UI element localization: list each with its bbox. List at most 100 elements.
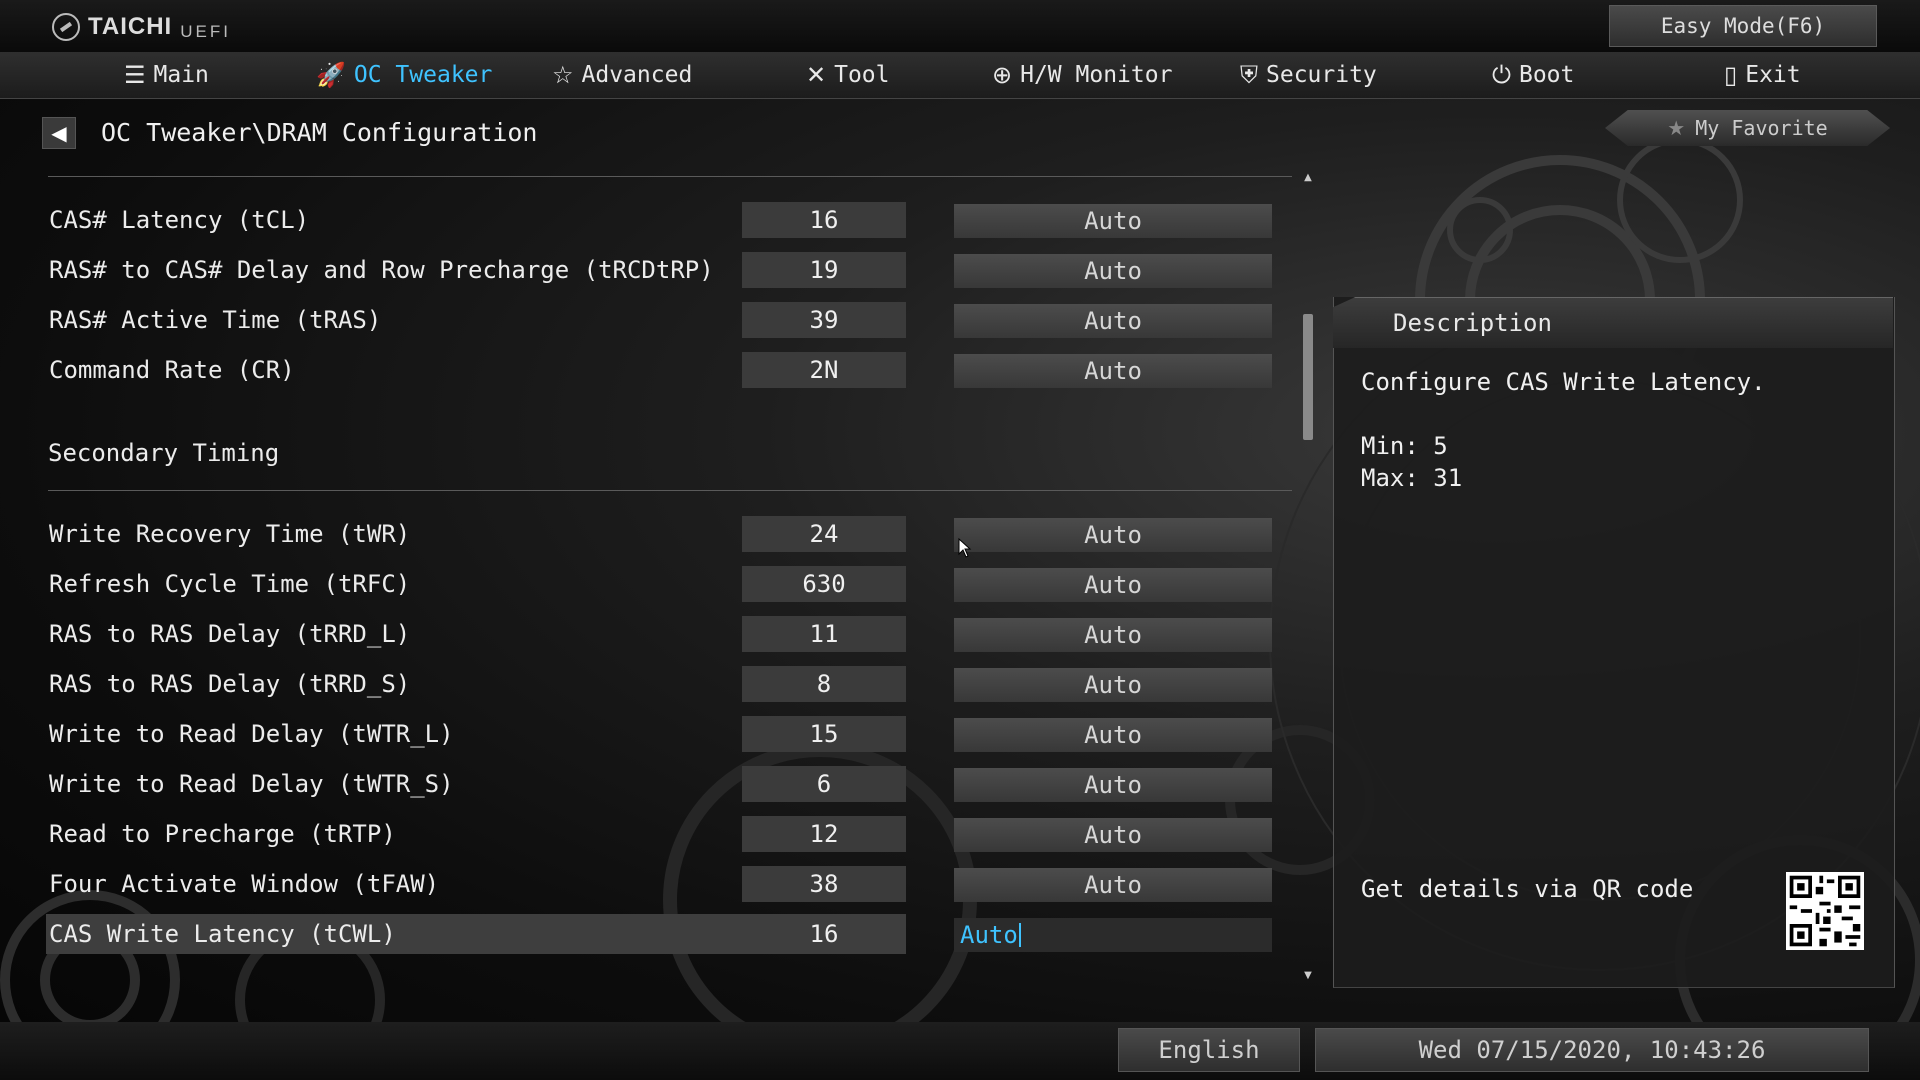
setting-label: Write Recovery Time (tWR) bbox=[49, 520, 411, 548]
setting-option[interactable]: Auto bbox=[954, 668, 1272, 702]
brand-name: TAICHI bbox=[88, 13, 173, 40]
star-icon: ☆ bbox=[552, 61, 574, 89]
setting-label: Four Activate Window (tFAW) bbox=[49, 870, 440, 898]
setting-row-trrd-s[interactable]: RAS to RAS Delay (tRRD_S) 8 Auto bbox=[46, 664, 1272, 704]
setting-label: Write to Read Delay (tWTR_S) bbox=[49, 770, 454, 798]
setting-value: 16 bbox=[742, 202, 906, 238]
tab-oc-tweaker[interactable]: 🚀 OC Tweaker bbox=[316, 52, 492, 98]
setting-value: 630 bbox=[742, 566, 906, 602]
setting-row-trrd-l[interactable]: RAS to RAS Delay (tRRD_L) 11 Auto bbox=[46, 614, 1272, 654]
setting-value: 2N bbox=[742, 352, 906, 388]
language-button[interactable]: English bbox=[1118, 1028, 1300, 1072]
setting-row-tras[interactable]: RAS# Active Time (tRAS) 39 Auto bbox=[46, 300, 1272, 340]
setting-option[interactable]: Auto bbox=[954, 718, 1272, 752]
tab-boot[interactable]: ⏻ Boot bbox=[1492, 52, 1574, 98]
exit-door-icon: ▯ bbox=[1724, 61, 1738, 89]
tab-hw-monitor[interactable]: ⊕ H/W Monitor bbox=[992, 52, 1172, 98]
setting-value: 39 bbox=[742, 302, 906, 338]
tab-main[interactable]: ☰ Main bbox=[124, 52, 209, 98]
setting-label: Command Rate (CR) bbox=[49, 356, 295, 384]
setting-label: RAS# to CAS# Delay and Row Precharge (tR… bbox=[49, 256, 714, 284]
section-title: Secondary Timing bbox=[48, 439, 280, 467]
my-favorite-label: My Favorite bbox=[1695, 116, 1828, 140]
divider bbox=[48, 490, 1292, 491]
breadcrumb: OC Tweaker\DRAM Configuration bbox=[101, 118, 538, 147]
setting-option[interactable]: Auto bbox=[954, 818, 1272, 852]
setting-label: RAS to RAS Delay (tRRD_L) bbox=[49, 620, 411, 648]
shield-icon: ⛨ bbox=[1240, 61, 1258, 89]
tab-label: OC Tweaker bbox=[353, 62, 493, 88]
star-icon: ★ bbox=[1667, 116, 1686, 140]
scroll-up-arrow-icon[interactable]: ▲ bbox=[1302, 172, 1314, 184]
setting-value: 15 bbox=[742, 716, 906, 752]
setting-label: RAS# Active Time (tRAS) bbox=[49, 306, 382, 334]
list-icon: ☰ bbox=[124, 61, 146, 89]
setting-value: 19 bbox=[742, 252, 906, 288]
setting-label: Write to Read Delay (tWTR_L) bbox=[49, 720, 454, 748]
setting-row-trcdtrp[interactable]: RAS# to CAS# Delay and Row Precharge (tR… bbox=[46, 250, 1272, 290]
setting-label: CAS Write Latency (tCWL) bbox=[49, 920, 396, 948]
setting-value: 12 bbox=[742, 816, 906, 852]
setting-value: 16 bbox=[809, 920, 839, 948]
setting-option[interactable]: Auto bbox=[954, 618, 1272, 652]
description-text: Configure CAS Write Latency. Min: 5 Max:… bbox=[1361, 368, 1766, 492]
setting-option[interactable]: Auto bbox=[954, 354, 1272, 388]
setting-option[interactable]: Auto bbox=[954, 304, 1272, 338]
tab-security[interactable]: ⛨ Security bbox=[1240, 52, 1377, 98]
taichi-logo-icon bbox=[52, 13, 80, 41]
tab-label: Tool bbox=[834, 62, 890, 88]
tab-label: Advanced bbox=[581, 62, 693, 88]
setting-row-tfaw[interactable]: Four Activate Window (tFAW) 38 Auto bbox=[46, 864, 1272, 904]
setting-row-twr[interactable]: Write Recovery Time (tWR) 24 Auto bbox=[46, 514, 1272, 554]
setting-row-tcl[interactable]: CAS# Latency (tCL) 16 Auto bbox=[46, 200, 1272, 240]
my-favorite-button[interactable]: ★ My Favorite bbox=[1605, 110, 1890, 146]
qr-code-icon[interactable] bbox=[1786, 872, 1864, 950]
tools-icon: ✕ bbox=[806, 61, 827, 89]
tab-label: H/W Monitor bbox=[1020, 62, 1173, 88]
setting-option[interactable]: Auto bbox=[954, 518, 1272, 552]
setting-option-text: Auto bbox=[960, 921, 1018, 949]
setting-option[interactable]: Auto bbox=[954, 768, 1272, 802]
mouse-cursor-icon bbox=[958, 538, 972, 558]
qr-code-label: Get details via QR code bbox=[1361, 875, 1694, 903]
setting-label: RAS to RAS Delay (tRRD_S) bbox=[49, 670, 411, 698]
description-title: Description bbox=[1393, 309, 1552, 337]
setting-row-tcwl[interactable]: CAS Write Latency (tCWL) 16 Auto bbox=[46, 914, 1272, 954]
crosshair-icon: ⊕ bbox=[992, 61, 1013, 89]
setting-value: 24 bbox=[742, 516, 906, 552]
tab-label: Security bbox=[1266, 62, 1377, 88]
brand-sub: UEFI bbox=[180, 22, 231, 41]
scrollbar-thumb[interactable] bbox=[1303, 314, 1313, 440]
setting-row-trfc[interactable]: Refresh Cycle Time (tRFC) 630 Auto bbox=[46, 564, 1272, 604]
setting-label: CAS# Latency (tCL) bbox=[49, 206, 310, 234]
setting-option[interactable]: Auto bbox=[954, 204, 1272, 238]
setting-option[interactable]: Auto bbox=[954, 254, 1272, 288]
setting-option[interactable]: Auto bbox=[954, 868, 1272, 902]
setting-label: Read to Precharge (tRTP) bbox=[49, 820, 396, 848]
tab-label: Main bbox=[153, 62, 209, 88]
setting-row-twtr-l[interactable]: Write to Read Delay (tWTR_L) 15 Auto bbox=[46, 714, 1272, 754]
scroll-down-arrow-icon[interactable]: ▼ bbox=[1302, 970, 1314, 982]
power-icon: ⏻ bbox=[1492, 61, 1511, 89]
setting-option[interactable]: Auto bbox=[954, 568, 1272, 602]
setting-value: 6 bbox=[742, 766, 906, 802]
datetime-display: Wed 07/15/2020, 10:43:26 bbox=[1315, 1028, 1869, 1072]
tab-tool[interactable]: ✕ Tool bbox=[806, 52, 890, 98]
setting-option-input[interactable]: Auto bbox=[954, 918, 1272, 952]
tab-advanced[interactable]: ☆ Advanced bbox=[552, 52, 692, 98]
tab-label: Boot bbox=[1518, 62, 1575, 88]
setting-label: Refresh Cycle Time (tRFC) bbox=[49, 570, 411, 598]
setting-row-twtr-s[interactable]: Write to Read Delay (tWTR_S) 6 Auto bbox=[46, 764, 1272, 804]
tab-exit[interactable]: ▯ Exit bbox=[1724, 52, 1801, 98]
text-caret bbox=[1018, 923, 1021, 947]
back-arrow-icon: ◀ bbox=[51, 121, 67, 145]
setting-value: 8 bbox=[742, 666, 906, 702]
rocket-icon: 🚀 bbox=[316, 61, 346, 89]
setting-row-cr[interactable]: Command Rate (CR) 2N Auto bbox=[46, 350, 1272, 390]
divider bbox=[48, 176, 1292, 177]
back-button[interactable]: ◀ bbox=[42, 117, 76, 149]
easy-mode-button[interactable]: Easy Mode(F6) bbox=[1609, 5, 1877, 47]
setting-row-trtp[interactable]: Read to Precharge (tRTP) 12 Auto bbox=[46, 814, 1272, 854]
brand-logo: TAICHI UEFI bbox=[52, 12, 231, 42]
setting-value: 11 bbox=[742, 616, 906, 652]
